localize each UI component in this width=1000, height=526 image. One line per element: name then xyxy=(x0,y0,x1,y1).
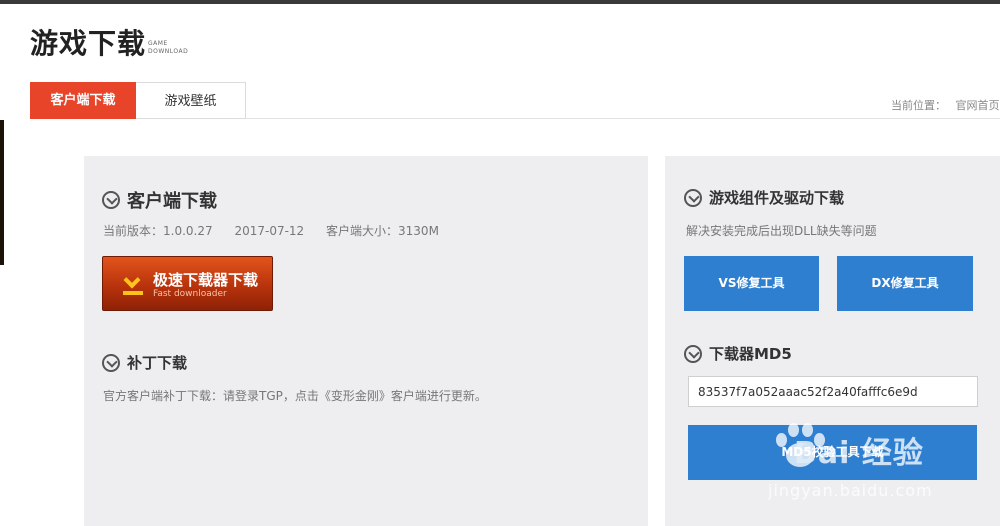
client-section-header: 客户端下载 xyxy=(102,187,217,213)
tab-game-wallpaper[interactable]: 游戏壁纸 xyxy=(136,82,246,119)
page-title: 游戏下载 xyxy=(30,27,147,60)
tab-bar: 客户端下载 游戏壁纸 xyxy=(30,82,246,119)
watermark-url: jingyan.baidu.com xyxy=(768,481,933,500)
fast-downloader-button[interactable]: 极速下载器下载 Fast downloader xyxy=(102,256,273,311)
tab-client-download[interactable]: 客户端下载 xyxy=(30,82,136,119)
subtitle-line-2: DOWNLOAD xyxy=(148,48,189,55)
client-date: 2017-07-12 xyxy=(234,224,305,238)
background-strip xyxy=(0,120,4,265)
watermark-text: Bai 经验 xyxy=(794,436,924,471)
page-subtitle: GAME DOWNLOAD xyxy=(148,40,188,56)
md5-value-field[interactable] xyxy=(688,376,978,407)
breadcrumb-home-link[interactable]: 官网首页 xyxy=(956,99,1000,112)
md5-section-header: 下载器MD5 xyxy=(684,343,792,364)
chevron-down-icon xyxy=(684,344,702,363)
download-arrow-icon xyxy=(123,271,143,296)
patch-section-title: 补丁下载 xyxy=(127,354,188,372)
chevron-down-icon xyxy=(102,353,120,372)
top-border xyxy=(0,0,1000,4)
chevron-down-icon xyxy=(684,188,702,207)
components-section-header: 游戏组件及驱动下载 xyxy=(684,187,844,208)
md5-section-title: 下载器MD5 xyxy=(709,345,792,363)
client-section-title: 客户端下载 xyxy=(127,191,217,212)
download-button-label: 极速下载器下载 xyxy=(153,271,259,289)
subtitle-line-1: GAME xyxy=(148,40,168,47)
client-meta: 当前版本：1.0.0.27 2017-07-12 客户端大小：3130M xyxy=(103,222,457,239)
download-button-sublabel: Fast downloader xyxy=(153,289,227,299)
patch-section-header: 补丁下载 xyxy=(102,352,187,373)
client-version: 当前版本：1.0.0.27 xyxy=(103,224,213,238)
breadcrumb: 当前位置： 官网首页 xyxy=(891,97,1000,113)
baidu-watermark: Bai 经验 jingyan.baidu.com xyxy=(758,415,993,505)
breadcrumb-prefix: 当前位置： xyxy=(891,99,946,112)
client-size: 客户端大小：3130M xyxy=(326,224,439,238)
vs-repair-tool-button[interactable]: VS修复工具 xyxy=(684,256,819,311)
components-section-title: 游戏组件及驱动下载 xyxy=(709,189,845,207)
components-description: 解决安装完成后出现DLL缺失等问题 xyxy=(686,224,877,238)
patch-description: 官方客户端补丁下载：请登录TGP，点击《变形金刚》客户端进行更新。 xyxy=(103,389,487,403)
chevron-down-icon xyxy=(102,191,120,209)
dx-repair-tool-button[interactable]: DX修复工具 xyxy=(837,256,973,311)
tab-divider xyxy=(245,118,1000,119)
